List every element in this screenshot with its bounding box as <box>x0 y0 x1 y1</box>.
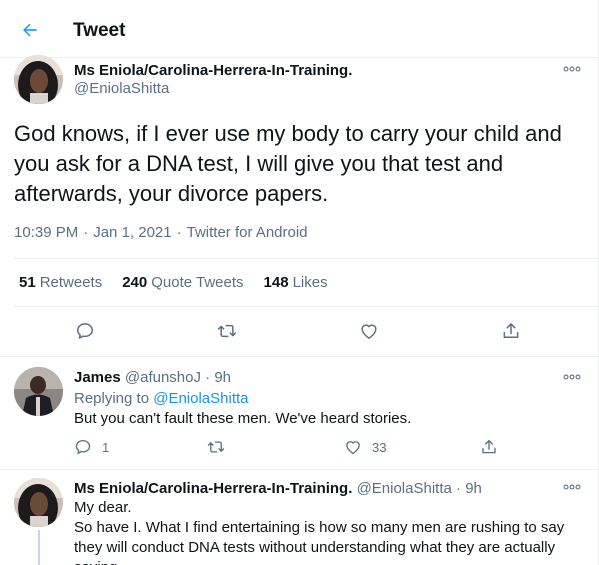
reply-more-button[interactable] <box>561 370 583 384</box>
reply-icon <box>75 439 91 455</box>
reply-reply-count: 1 <box>102 439 110 455</box>
like-icon <box>346 441 360 455</box>
reply-header: James @afunshoJ · 9h <box>74 369 231 386</box>
reply-retweet-button[interactable] <box>206 438 226 456</box>
reply-author-handle[interactable]: @EniolaShitta <box>357 480 452 497</box>
reply-actions: 1 33 <box>74 438 574 460</box>
reply-button[interactable] <box>72 318 98 344</box>
replying-to-label: Replying to <box>74 390 150 407</box>
meta-separator: · <box>176 224 182 241</box>
retweets-stat[interactable]: 51 Retweets <box>19 274 102 291</box>
tweet-actions <box>0 318 598 346</box>
share-button[interactable] <box>498 318 524 344</box>
meta-separator: · <box>205 369 211 386</box>
tweet-time[interactable]: 10:39 PM <box>14 224 78 241</box>
like-button[interactable] <box>356 318 382 344</box>
reply-text: But you can't fault these men. We've hea… <box>74 410 412 427</box>
reply-text-line: So have I. What I find entertaining is h… <box>74 519 565 565</box>
retweet-icon <box>207 441 225 453</box>
author-handle[interactable]: @EniolaShitta <box>74 80 169 97</box>
tweet-more-button[interactable] <box>561 62 583 76</box>
quote-tweets-count: 240 <box>122 274 148 291</box>
retweet-icon <box>217 324 237 338</box>
share-icon <box>482 439 496 454</box>
back-arrow-icon <box>23 23 37 37</box>
reply-text: My dear. So have I. What I find entertai… <box>74 498 584 565</box>
likes-stat[interactable]: 148 Likes <box>264 274 328 291</box>
reply-icon <box>77 323 93 339</box>
more-icon <box>563 484 581 490</box>
page-title: Tweet <box>73 20 126 41</box>
share-icon <box>503 323 519 338</box>
replying-to: Replying to @EniolaShitta <box>74 390 249 407</box>
reply-reply-button[interactable]: 1 <box>74 438 109 456</box>
retweet-button[interactable] <box>214 318 240 344</box>
likes-label: Likes <box>292 274 328 291</box>
reply-time[interactable]: 9h <box>465 480 482 497</box>
reply-header: Ms Eniola/Carolina-Herrera-In-Training. … <box>74 480 482 497</box>
meta-separator: · <box>83 224 89 241</box>
tweet-timestamp: 10:39 PM · Jan 1, 2021 · Twitter for Android <box>14 224 308 241</box>
reply-avatar[interactable] <box>14 367 63 416</box>
tweet-date[interactable]: Jan 1, 2021 <box>93 224 171 241</box>
author-avatar[interactable] <box>14 55 63 104</box>
more-icon <box>563 374 581 380</box>
reply-time[interactable]: 9h <box>214 369 231 386</box>
retweets-count: 51 <box>19 274 36 291</box>
reply-share-button[interactable] <box>480 438 498 456</box>
reply-like-count: 33 <box>372 439 387 455</box>
tweet-source[interactable]: Twitter for Android <box>187 224 308 241</box>
more-icon <box>563 66 581 72</box>
author-name[interactable]: Ms Eniola/Carolina-Herrera-In-Training. <box>74 62 352 79</box>
quote-tweets-stat[interactable]: 240 Quote Tweets <box>122 274 243 291</box>
reply-author-name[interactable]: Ms Eniola/Carolina-Herrera-In-Training. <box>74 480 352 497</box>
reply-like-button[interactable]: 33 <box>344 438 386 456</box>
back-button[interactable] <box>17 17 43 43</box>
tweet-page: Tweet Ms Eniola/Carolina-Herrera-In-Trai… <box>0 0 599 565</box>
like-icon <box>361 324 377 339</box>
replying-to-link[interactable]: @EniolaShitta <box>153 390 248 407</box>
reply-author-handle[interactable]: @afunshoJ <box>125 369 201 386</box>
divider <box>14 306 598 307</box>
meta-separator: · <box>456 480 462 497</box>
reply-avatar[interactable] <box>14 478 63 527</box>
retweets-label: Retweets <box>39 274 103 291</box>
tweet-stats: 51 Retweets 240 Quote Tweets 148 Likes <box>19 274 328 291</box>
thread-line <box>38 530 40 565</box>
quote-tweets-label: Quote Tweets <box>151 274 244 291</box>
page-header: Tweet <box>0 0 598 58</box>
reply-text-line: My dear. <box>74 499 132 516</box>
likes-count: 148 <box>263 274 289 291</box>
divider <box>0 356 598 357</box>
tweet-text: God knows, if I ever use my body to carr… <box>14 121 562 206</box>
reply-author-name[interactable]: James <box>74 369 121 386</box>
reply-more-button[interactable] <box>561 480 583 494</box>
divider <box>14 258 598 259</box>
divider <box>0 469 598 470</box>
